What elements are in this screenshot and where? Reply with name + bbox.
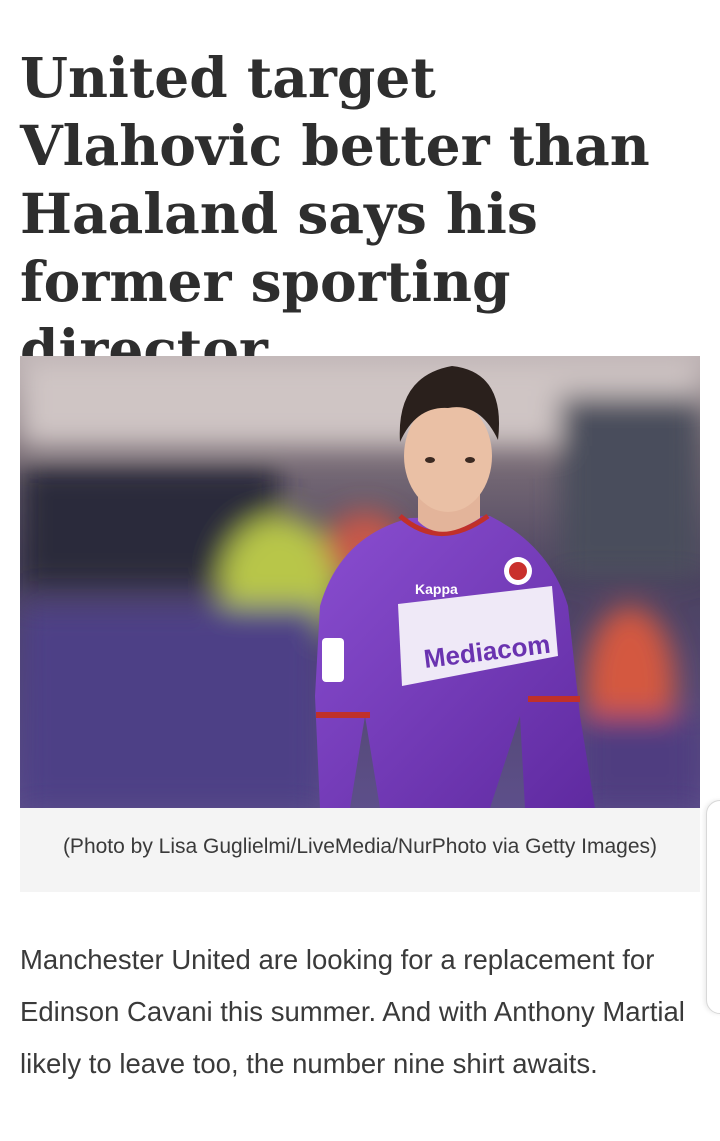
kit-brand-text: Kappa: [415, 581, 458, 597]
player-photo-illustration: Mediacom Kappa: [20, 356, 700, 808]
article-photo[interactable]: Mediacom Kappa: [20, 356, 700, 808]
photo-caption-box: (Photo by Lisa Guglielmi/LiveMedia/NurPh…: [20, 808, 700, 892]
article-headline: United target Vlahovic better than Haala…: [20, 45, 650, 382]
side-edge-tab[interactable]: [706, 800, 720, 1014]
photo-caption: (Photo by Lisa Guglielmi/LiveMedia/NurPh…: [62, 835, 658, 858]
article-body-paragraph: Manchester United are looking for a repl…: [20, 944, 685, 1079]
